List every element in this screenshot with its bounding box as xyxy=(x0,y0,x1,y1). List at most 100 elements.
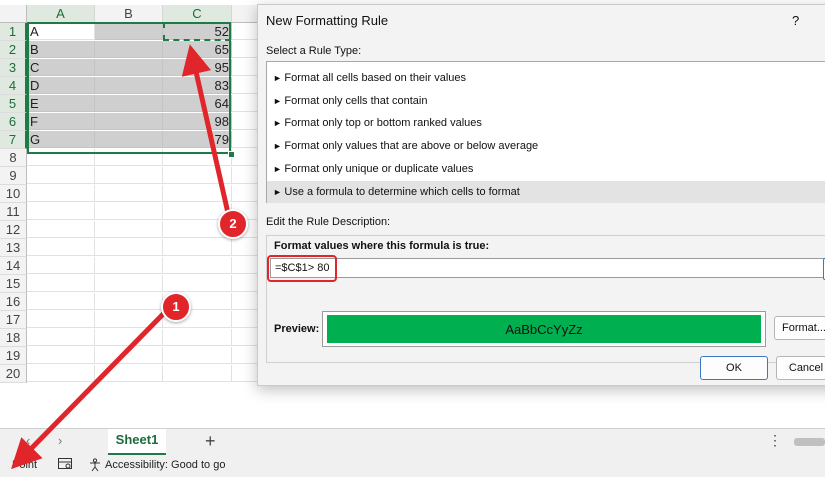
cell[interactable] xyxy=(95,311,163,328)
cell[interactable] xyxy=(27,185,95,202)
column-header-a[interactable]: A xyxy=(27,5,95,24)
row-header[interactable]: 1 xyxy=(0,23,27,41)
row-header[interactable]: 16 xyxy=(0,293,27,311)
cell[interactable] xyxy=(27,203,95,220)
horizontal-scrollbar[interactable] xyxy=(794,438,825,446)
cell[interactable] xyxy=(95,329,163,346)
row-header[interactable]: 12 xyxy=(0,221,27,239)
column-header-c[interactable]: C xyxy=(163,5,232,24)
cell[interactable] xyxy=(95,347,163,364)
cell[interactable] xyxy=(95,203,163,220)
cell[interactable] xyxy=(163,185,232,202)
row-header[interactable]: 17 xyxy=(0,311,27,329)
accessibility-icon[interactable] xyxy=(88,458,102,475)
column-header-b[interactable]: B xyxy=(95,5,163,23)
accessibility-status[interactable]: Accessibility: Good to go xyxy=(105,459,225,471)
rule-type-item[interactable]: ► Format only cells that contain xyxy=(267,90,825,112)
cell[interactable]: E xyxy=(27,95,95,112)
cell[interactable] xyxy=(95,149,163,166)
row-header[interactable]: 8 xyxy=(0,149,27,167)
cell[interactable] xyxy=(27,221,95,238)
row-header[interactable]: 14 xyxy=(0,257,27,275)
ok-button[interactable]: OK xyxy=(700,356,768,380)
row-header[interactable]: 4 xyxy=(0,77,27,95)
cell[interactable] xyxy=(95,131,163,148)
formula-input[interactable]: =$C$1> 80 xyxy=(270,258,825,278)
cell[interactable]: B xyxy=(27,41,95,58)
sheet-tab-sheet1[interactable]: Sheet1 xyxy=(108,429,166,455)
cell[interactable] xyxy=(27,347,95,364)
cell[interactable] xyxy=(27,365,95,382)
cell[interactable] xyxy=(95,365,163,382)
cell[interactable]: G xyxy=(27,131,95,148)
rule-type-item[interactable]: ► Format only top or bottom ranked value… xyxy=(267,112,825,134)
select-all-corner[interactable] xyxy=(0,5,27,23)
cell[interactable] xyxy=(27,239,95,256)
cell[interactable]: D xyxy=(27,77,95,94)
cell[interactable]: 95 xyxy=(163,59,232,76)
row-header[interactable]: 7 xyxy=(0,131,27,149)
cell[interactable] xyxy=(163,275,232,292)
previous-sheet-icon[interactable]: ‹ xyxy=(26,433,30,448)
cell[interactable] xyxy=(95,239,163,256)
add-sheet-icon[interactable]: + xyxy=(205,431,216,452)
cell[interactable] xyxy=(163,329,232,346)
row-header[interactable]: 15 xyxy=(0,275,27,293)
rule-type-item[interactable]: ► Format all cells based on their values xyxy=(267,67,825,89)
row-header[interactable]: 20 xyxy=(0,365,27,383)
cell[interactable]: A xyxy=(27,23,95,40)
cell[interactable]: 83 xyxy=(163,77,232,94)
cell[interactable]: 79 xyxy=(163,131,232,148)
cell[interactable] xyxy=(27,149,95,166)
row-header[interactable]: 13 xyxy=(0,239,27,257)
row-header[interactable]: 11 xyxy=(0,203,27,221)
rule-type-list[interactable]: ► Format all cells based on their values… xyxy=(266,61,825,203)
row-header[interactable]: 3 xyxy=(0,59,27,77)
cell[interactable]: 98 xyxy=(163,113,232,130)
next-sheet-icon[interactable]: › xyxy=(58,433,62,448)
cell[interactable] xyxy=(95,167,163,184)
format-button[interactable]: Format... xyxy=(774,316,825,340)
cell[interactable] xyxy=(163,257,232,274)
cell[interactable] xyxy=(95,275,163,292)
cell[interactable] xyxy=(95,77,163,94)
row-header[interactable]: 9 xyxy=(0,167,27,185)
rule-type-item[interactable]: ► Use a formula to determine which cells… xyxy=(267,180,825,203)
cell[interactable]: 64 xyxy=(163,95,232,112)
cell[interactable] xyxy=(27,257,95,274)
cell[interactable] xyxy=(27,167,95,184)
cell[interactable] xyxy=(95,59,163,76)
cell[interactable] xyxy=(95,221,163,238)
cell[interactable]: 65 xyxy=(163,41,232,58)
row-header[interactable]: 19 xyxy=(0,347,27,365)
cell[interactable] xyxy=(163,149,232,166)
cancel-button[interactable]: Cancel xyxy=(776,356,825,380)
more-options-icon[interactable]: ⋮ xyxy=(768,432,782,449)
cell[interactable] xyxy=(163,167,232,184)
help-button[interactable]: ? xyxy=(792,13,799,28)
fill-handle[interactable] xyxy=(228,151,235,158)
cell[interactable] xyxy=(95,293,163,310)
row-header[interactable]: 10 xyxy=(0,185,27,203)
cell[interactable] xyxy=(95,41,163,58)
cell[interactable] xyxy=(163,347,232,364)
cell-mode-icon[interactable] xyxy=(58,458,72,473)
cell[interactable] xyxy=(27,293,95,310)
cell[interactable]: 52 xyxy=(163,23,232,40)
cell[interactable] xyxy=(163,365,232,382)
rule-type-item[interactable]: ► Format only unique or duplicate values xyxy=(267,158,825,180)
row-header[interactable]: 2 xyxy=(0,41,27,59)
cell[interactable] xyxy=(95,23,163,40)
cell[interactable] xyxy=(95,95,163,112)
cell[interactable]: F xyxy=(27,113,95,130)
cell[interactable] xyxy=(95,185,163,202)
rule-type-item[interactable]: ► Format only values that are above or b… xyxy=(267,135,825,157)
cell[interactable] xyxy=(27,329,95,346)
row-header[interactable]: 18 xyxy=(0,329,27,347)
row-header[interactable]: 5 xyxy=(0,95,27,113)
cell[interactable] xyxy=(95,113,163,130)
cell[interactable] xyxy=(95,257,163,274)
cell[interactable] xyxy=(163,239,232,256)
cell[interactable]: C xyxy=(27,59,95,76)
row-header[interactable]: 6 xyxy=(0,113,27,131)
